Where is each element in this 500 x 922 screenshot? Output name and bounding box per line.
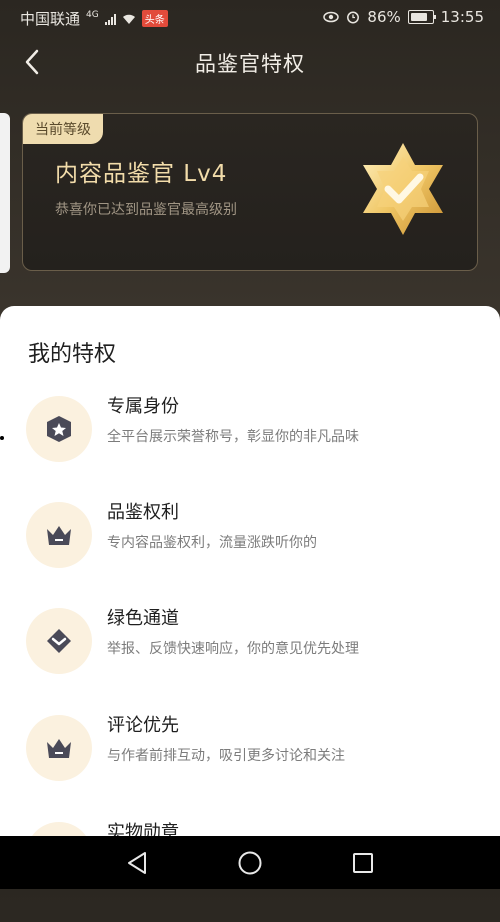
clock: 13:55 [440, 8, 484, 26]
alarm-icon [347, 11, 360, 24]
crown-icon [26, 715, 92, 781]
system-nav-bar [0, 836, 500, 889]
section-title: 我的特权 [28, 342, 117, 367]
level-tag: 当前等级 [23, 114, 103, 144]
back-key[interactable] [122, 848, 152, 878]
privilege-item[interactable]: 专属身份 全平台展示荣誉称号，彰显你的非凡品味 [0, 396, 500, 496]
square-recents-icon [353, 852, 374, 873]
circle-home-icon [238, 851, 262, 874]
level-subtitle: 恭喜你已达到品鉴官最高级别 [55, 202, 237, 218]
privilege-item[interactable]: 品鉴权利 专内容品鉴权利，流量涨跌听你的 [0, 502, 500, 602]
privilege-desc: 举报、反馈快速响应，你的意见优先处理 [107, 641, 359, 657]
diamond-shield-icon [26, 608, 92, 674]
privilege-item[interactable]: 绿色通道 举报、反馈快速响应，你的意见优先处理 [0, 608, 500, 708]
battery-percent: 86% [367, 8, 401, 26]
privilege-title: 评论优先 [107, 715, 179, 736]
eye-icon [323, 11, 340, 23]
indicator-dot [0, 436, 4, 440]
previous-card-edge[interactable] [0, 113, 10, 273]
crown-icon [26, 502, 92, 568]
privileges-sheet: 我的特权 专属身份 全平台展示荣誉称号，彰显你的非凡品味 品鉴权利 专内容品鉴权… [0, 306, 500, 888]
privilege-desc: 与作者前排互动，吸引更多讨论和关注 [107, 748, 345, 764]
privilege-item[interactable]: 评论优先 与作者前排互动，吸引更多讨论和关注 [0, 715, 500, 815]
app-notification-badge: 头条 [141, 10, 168, 27]
page-title: 品鉴官特权 [195, 52, 305, 76]
nav-bar: 品鉴官特权 [0, 34, 500, 90]
privilege-desc: 专内容品鉴权利，流量涨跌听你的 [107, 535, 317, 551]
carrier-label: 中国联通 [20, 10, 81, 28]
wifi-icon [122, 14, 135, 24]
recents-key[interactable] [348, 848, 378, 878]
network-label: 4G [86, 9, 99, 20]
battery-icon [407, 10, 436, 24]
privilege-desc: 全平台展示荣誉称号，彰显你的非凡品味 [107, 429, 359, 445]
privilege-title: 品鉴权利 [107, 502, 179, 523]
privilege-title: 绿色通道 [107, 608, 179, 629]
level-name: 内容品鉴官 Lv4 [55, 161, 228, 187]
signal-icon [104, 13, 116, 25]
status-bar: 中国联通 4G 头条 86% 13:55 [0, 0, 500, 34]
triangle-back-icon [127, 851, 146, 874]
gold-star-badge-icon [363, 143, 443, 235]
privilege-title: 专属身份 [107, 396, 179, 417]
shield-star-icon [26, 396, 92, 462]
current-level-card: 当前等级 内容品鉴官 Lv4 恭喜你已达到品鉴官最高级别 [22, 113, 478, 271]
home-key[interactable] [235, 848, 265, 878]
